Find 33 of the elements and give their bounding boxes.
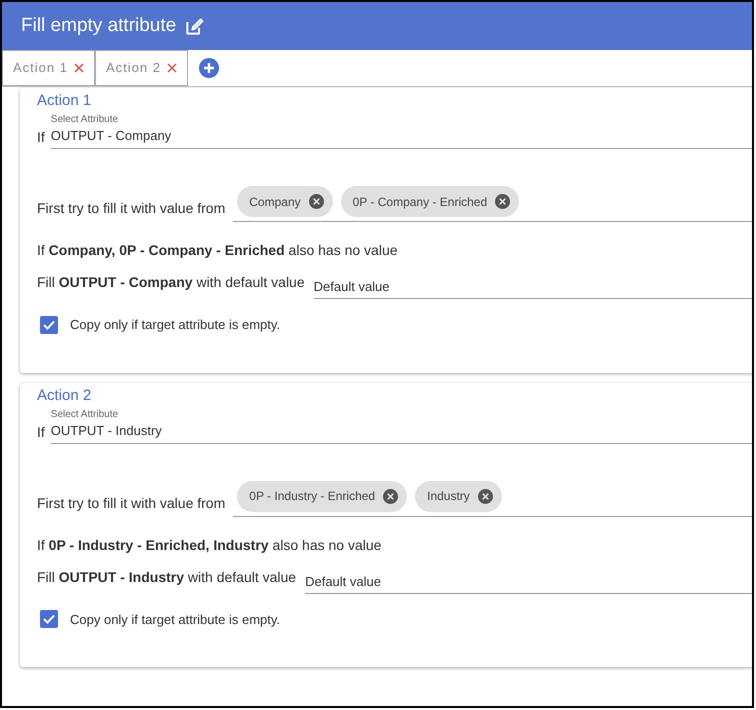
if-label: If: [37, 422, 45, 442]
sources-field[interactable]: 0P - Industry - Enriched Industry: [233, 480, 752, 516]
checkbox[interactable]: [40, 316, 58, 334]
checkbox[interactable]: [40, 610, 58, 628]
add-icon[interactable]: [198, 58, 219, 78]
default-label: Fill OUTPUT - Company with default value: [37, 273, 305, 292]
sources-field[interactable]: Company 0P - Company - Enriched: [233, 186, 752, 222]
attribute-select[interactable]: Select Attribute OUTPUT - Industry: [50, 406, 752, 444]
checkbox-label[interactable]: Copy only if target attribute is empty.: [70, 315, 280, 334]
edit-icon[interactable]: [184, 17, 204, 37]
default-value-field[interactable]: Default value: [314, 275, 752, 299]
if-label: If: [37, 128, 45, 147]
action-title: Action 2: [37, 386, 92, 404]
attribute-chip[interactable]: 0P - Industry - Enriched: [237, 480, 408, 512]
checkbox-label[interactable]: Copy only if target attribute is empty.: [70, 610, 280, 629]
action-title: Action 1: [37, 92, 92, 110]
attribute-select[interactable]: Select Attribute OUTPUT - Company: [50, 112, 752, 149]
fallback-text: If 0P - Industry - Enriched, Industry also has no value: [37, 536, 382, 554]
default-label: Fill OUTPUT - Industry with default value: [37, 568, 296, 587]
close-icon[interactable]: [166, 63, 177, 73]
close-icon[interactable]: [74, 63, 84, 73]
page-title: Fill empty attribute: [21, 14, 176, 38]
fallback-text: If Company, 0P - Company - Enriched also has no value: [37, 241, 399, 259]
remove-icon[interactable]: [383, 488, 398, 504]
remove-icon[interactable]: [495, 194, 510, 209]
default-value-field[interactable]: Default value: [305, 570, 752, 594]
sources-label: First try to fill it with value from: [37, 199, 226, 218]
remove-icon[interactable]: [308, 194, 324, 209]
attribute-chip[interactable]: Company: [237, 186, 333, 217]
sources-label: First try to fill it with value from: [37, 494, 226, 513]
remove-icon[interactable]: [478, 488, 493, 504]
attribute-chip[interactable]: Industry: [415, 480, 502, 512]
attribute-chip[interactable]: 0P - Company - Enriched: [340, 186, 520, 217]
